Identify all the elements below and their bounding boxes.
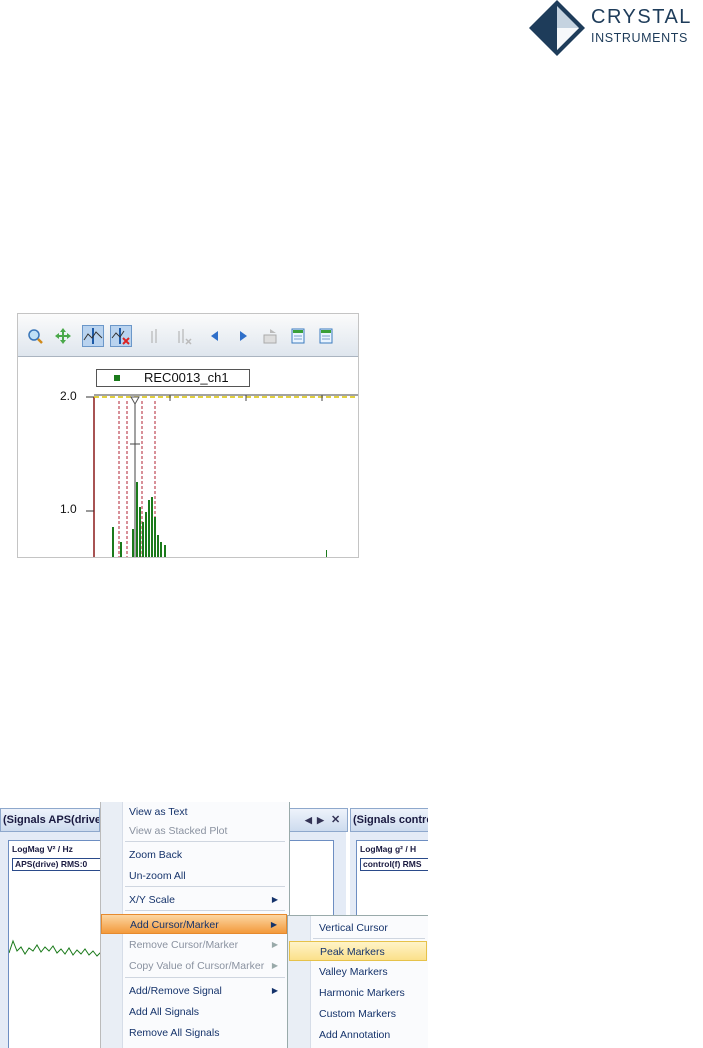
menu-item-copy-value[interactable]: Copy Value of Cursor/Marker ▶ xyxy=(123,956,287,976)
prev-icon[interactable]: ◀ xyxy=(305,809,312,831)
menu-item-label: Add/Remove Signal xyxy=(129,985,222,997)
right-trace-label: control(f) RMS xyxy=(360,858,428,871)
save-icon[interactable] xyxy=(318,327,336,345)
menu-item-label: Remove Cursor/Marker xyxy=(129,939,239,951)
close-icon[interactable]: ✕ xyxy=(331,809,340,831)
menu-separator xyxy=(125,910,285,911)
menu-separator xyxy=(125,841,285,842)
menu-item-label: Copy Value of Cursor/Marker xyxy=(129,960,265,972)
cursor-marker-submenu: Vertical Cursor Peak Markers Valley Marker… xyxy=(287,915,428,1048)
left-panel-header: (Signals APS(drive xyxy=(0,808,100,832)
submenu-arrow-icon: ▶ xyxy=(271,895,278,904)
context-menu-screenshot: (Signals APS(drive ◀ ▶ ✕ (Signals contro… xyxy=(0,802,428,1048)
submenu-arrow-icon: ▶ xyxy=(270,920,277,929)
export-icon[interactable] xyxy=(262,327,280,345)
drive-trace xyxy=(9,939,102,957)
menu-item-label: View as Text xyxy=(129,806,188,818)
menu-item-zoom-back[interactable]: Zoom Back xyxy=(123,845,287,865)
menu-separator xyxy=(313,938,425,939)
submenu-arrow-icon: ▶ xyxy=(271,961,278,970)
menu-item-label: Add All Signals xyxy=(129,1006,200,1018)
menu-item-view-as-text[interactable]: View as Text xyxy=(123,802,287,822)
submenu-item-peak-markers[interactable]: Peak Markers xyxy=(289,941,427,961)
spectrum-plot-screenshot: REC0013_ch1 2.0 1.0 xyxy=(17,313,359,558)
right-panel-header: (Signals control xyxy=(350,808,428,832)
menu-item-remove-cursor-marker[interactable]: Remove Cursor/Marker ▶ xyxy=(123,935,287,955)
menu-item-label: Un-zoom All xyxy=(129,870,186,882)
spectrum-plot-svg xyxy=(86,394,358,557)
remove-cursor-icon[interactable] xyxy=(110,325,132,347)
submenu-item-custom-markers[interactable]: Custom Markers xyxy=(311,1004,427,1024)
submenu-item-harmonic-markers[interactable]: Harmonic Markers xyxy=(311,983,427,1003)
diamond-logo-icon xyxy=(529,0,585,56)
zoom-icon[interactable] xyxy=(26,327,44,345)
menu-item-label: Remove All Signals xyxy=(129,1027,220,1039)
submenu-item-vertical-cursor[interactable]: Vertical Cursor xyxy=(311,918,427,938)
menu-item-label: X/Y Scale xyxy=(129,894,175,906)
menu-item-add-all-signals[interactable]: Add All Signals xyxy=(123,1002,287,1022)
left-trace-label: APS(drive) RMS:0 xyxy=(12,858,102,871)
menu-item-label: Add Cursor/Marker xyxy=(130,919,219,931)
menu-item-label: View as Stacked Plot xyxy=(129,825,228,837)
submenu-item-add-annotation[interactable]: Add Annotation xyxy=(311,1025,427,1045)
menu-item-view-as-stacked-plot[interactable]: View as Stacked Plot xyxy=(123,821,287,841)
peak-icon[interactable] xyxy=(146,327,164,345)
menu-item-add-remove-signal[interactable]: Add/Remove Signal ▶ xyxy=(123,981,287,1001)
copy-icon[interactable] xyxy=(290,327,308,345)
left-y-label: LogMag V² / Hz xyxy=(12,844,73,854)
menu-item-xy-scale[interactable]: X/Y Scale ▶ xyxy=(123,890,287,910)
menu-separator xyxy=(125,886,285,887)
menu-item-add-cursor-marker[interactable]: Add Cursor/Marker ▶ xyxy=(101,914,287,934)
pan-icon[interactable] xyxy=(54,327,72,345)
menu-item-unzoom-all[interactable]: Un-zoom All xyxy=(123,866,287,886)
next-icon[interactable]: ▶ xyxy=(317,809,324,831)
logo-line1: CRYSTAL xyxy=(591,6,692,28)
menu-item-remove-all-signals[interactable]: Remove All Signals xyxy=(123,1023,287,1043)
plot-area[interactable]: REC0013_ch1 2.0 1.0 xyxy=(18,357,358,557)
left-panel-controls: ◀ ▶ ✕ xyxy=(288,808,348,832)
submenu-item-valley-markers[interactable]: Valley Markers xyxy=(311,962,427,982)
plot-toolbar xyxy=(18,314,358,357)
menu-separator xyxy=(125,977,285,978)
submenu-arrow-icon: ▶ xyxy=(271,986,278,995)
menu-item-label: Zoom Back xyxy=(129,849,183,861)
logo-line2: INSTRUMENTS xyxy=(591,31,688,45)
context-menu: View as Text View as Stacked Plot Zoom Bac… xyxy=(100,802,290,1048)
cursor-icon[interactable] xyxy=(82,325,104,347)
arrow-right-icon[interactable] xyxy=(234,327,252,345)
arrow-left-icon[interactable] xyxy=(206,327,224,345)
crystal-instruments-logo: CRYSTAL INSTRUMENTS xyxy=(527,0,703,56)
submenu-arrow-icon: ▶ xyxy=(271,940,278,949)
right-y-label: LogMag g² / H xyxy=(360,844,417,854)
peak-remove-icon[interactable] xyxy=(174,327,192,345)
